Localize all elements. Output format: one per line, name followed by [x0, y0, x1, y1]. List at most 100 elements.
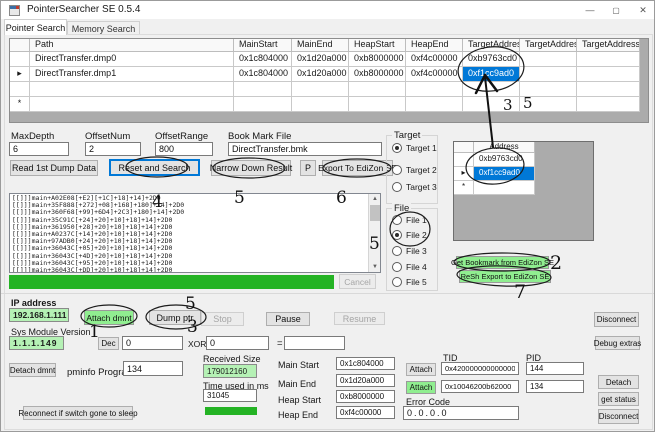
attach-tid-button-2[interactable]: Attach: [406, 381, 436, 394]
cell[interactable]: [349, 97, 406, 112]
cell[interactable]: [292, 97, 349, 112]
cell-targetaddress2[interactable]: [520, 52, 577, 67]
xor-result-field[interactable]: [284, 336, 345, 350]
radio-file-3[interactable]: File 3: [392, 246, 427, 256]
radio-file-2[interactable]: File 2: [392, 230, 427, 240]
cell[interactable]: [292, 82, 349, 97]
bookmark-file-input[interactable]: [228, 142, 382, 156]
p-button[interactable]: P: [300, 160, 316, 176]
time-used-input[interactable]: [203, 389, 257, 402]
resh-export-edizon-button[interactable]: ReSh Export to EdiZon SE: [459, 270, 551, 283]
main-start-input[interactable]: [336, 357, 395, 370]
radio-file-5[interactable]: File 5: [392, 277, 427, 287]
cancel-button[interactable]: Cancel: [339, 274, 376, 289]
scrollbar-thumb[interactable]: [370, 205, 380, 221]
tid-input-1[interactable]: [441, 362, 519, 375]
main-end-input[interactable]: [336, 374, 395, 387]
cell-path[interactable]: DirectTransfer.dmp1: [30, 67, 234, 82]
offsetrange-input[interactable]: [155, 142, 213, 156]
col-address[interactable]: Address: [474, 142, 535, 153]
dec-button[interactable]: Dec: [98, 337, 119, 350]
row-marker[interactable]: ▸: [10, 67, 30, 82]
disconnect-bottom-button[interactable]: Disconnect: [598, 409, 639, 424]
get-bookmark-edizon-button[interactable]: Get Bookmark from EdiZon SE: [456, 256, 549, 269]
col-targetaddress3[interactable]: TargetAddress3: [577, 39, 640, 52]
radio-target-2[interactable]: Target 2: [392, 165, 437, 175]
cell-path[interactable]: DirectTransfer.dmp0: [30, 52, 234, 67]
detach-dmnt-button[interactable]: Detach dmnt: [9, 363, 56, 377]
cell[interactable]: [463, 82, 520, 97]
cell[interactable]: [234, 97, 292, 112]
maximize-icon[interactable]: ▢: [604, 1, 628, 19]
pminfo-program-id-input[interactable]: [123, 361, 183, 376]
xor-input-1[interactable]: [122, 336, 183, 350]
detach-button[interactable]: Detach: [598, 375, 639, 389]
debug-extras-button[interactable]: Debug extras: [595, 336, 640, 350]
cell-targetaddress2[interactable]: [520, 67, 577, 82]
pid-input-2[interactable]: [526, 380, 584, 393]
pause-button[interactable]: Pause: [266, 312, 310, 326]
reconnect-button[interactable]: Reconnect if switch gone to sleep: [23, 406, 133, 420]
radio-file-1[interactable]: File 1: [392, 215, 427, 225]
heap-start-input[interactable]: [336, 390, 395, 403]
cell[interactable]: [30, 82, 234, 97]
attach-tid-button-1[interactable]: Attach: [406, 363, 436, 376]
cell[interactable]: [577, 97, 640, 112]
list-scrollbar[interactable]: ▲ ▼: [368, 194, 380, 272]
narrow-down-button[interactable]: Narrow Down Result: [211, 160, 291, 176]
pid-input-1[interactable]: [526, 362, 584, 375]
col-heapstart[interactable]: HeapStart: [349, 39, 406, 52]
grid-corner[interactable]: [10, 39, 30, 52]
cell[interactable]: [406, 82, 463, 97]
get-status-button[interactable]: get status: [598, 392, 639, 406]
maxdepth-input[interactable]: [9, 142, 69, 156]
cell-heapend[interactable]: 0xf4c00000: [406, 52, 463, 67]
cell[interactable]: [234, 82, 292, 97]
cell-mainstart[interactable]: 0x1c804000: [234, 52, 292, 67]
minimize-icon[interactable]: —: [578, 1, 602, 19]
reset-search-button[interactable]: Reset and Search: [109, 159, 200, 176]
tab-memory-search[interactable]: Memory Search: [67, 21, 140, 35]
scroll-down-icon[interactable]: ▼: [369, 262, 381, 272]
read-dump-button[interactable]: Read 1st Dump Data: [10, 160, 98, 176]
row-marker[interactable]: ▸: [454, 167, 474, 181]
cell-heapstart[interactable]: 0xb8000000: [349, 67, 406, 82]
col-targetaddress2[interactable]: TargetAddress2: [520, 39, 577, 52]
cell-targetaddress3[interactable]: [577, 67, 640, 82]
col-mainend[interactable]: MainEnd: [292, 39, 349, 52]
cell-address-selected[interactable]: 0xf1cc9ad0: [474, 167, 535, 181]
cell[interactable]: [406, 97, 463, 112]
cell[interactable]: [474, 181, 535, 195]
radio-file-4[interactable]: File 4: [392, 262, 427, 272]
error-code-input[interactable]: [403, 406, 519, 420]
cell-mainend[interactable]: 0x1d20a000: [292, 52, 349, 67]
cell-heapend[interactable]: 0xf4c00000: [406, 67, 463, 82]
new-row-marker[interactable]: *: [10, 97, 30, 112]
cell[interactable]: [577, 82, 640, 97]
cell-mainstart[interactable]: 0x1c804000: [234, 67, 292, 82]
sys-module-version-field[interactable]: 1.1.1.149: [9, 336, 64, 350]
cell-targetaddress1-selected[interactable]: 0xf1cc9ad0: [463, 67, 520, 82]
cell-heapstart[interactable]: 0xb8000000: [349, 52, 406, 67]
cell-address[interactable]: 0xb9763cd0: [474, 153, 535, 167]
grid-corner[interactable]: [454, 142, 474, 153]
cell-mainend[interactable]: 0x1d20a000: [292, 67, 349, 82]
row-marker[interactable]: [10, 82, 30, 97]
ip-address-field[interactable]: 192.168.1.111: [9, 308, 69, 322]
xor-input-2[interactable]: [206, 336, 269, 350]
offsetnum-input[interactable]: [85, 142, 141, 156]
tab-pointer-search[interactable]: Pointer Search: [4, 19, 67, 35]
new-row-marker[interactable]: *: [454, 181, 474, 195]
radio-target-3[interactable]: Target 3: [392, 182, 437, 192]
stop-button[interactable]: Stop: [201, 312, 244, 326]
tid-input-2[interactable]: [441, 380, 519, 393]
col-targetaddress1[interactable]: TargetAddress1: [463, 39, 520, 52]
row-marker[interactable]: [454, 153, 474, 167]
col-mainstart[interactable]: MainStart: [234, 39, 292, 52]
cell[interactable]: [349, 82, 406, 97]
disconnect-button[interactable]: Disconnect: [594, 312, 639, 327]
resume-button[interactable]: Resume: [334, 312, 385, 325]
list-item[interactable]: [[]]]main+36043C[+DD]+20]+10]+18]+14]+2D…: [12, 267, 378, 273]
col-heapend[interactable]: HeapEnd: [406, 39, 463, 52]
cell-targetaddress1[interactable]: 0xb9763cd0: [463, 52, 520, 67]
